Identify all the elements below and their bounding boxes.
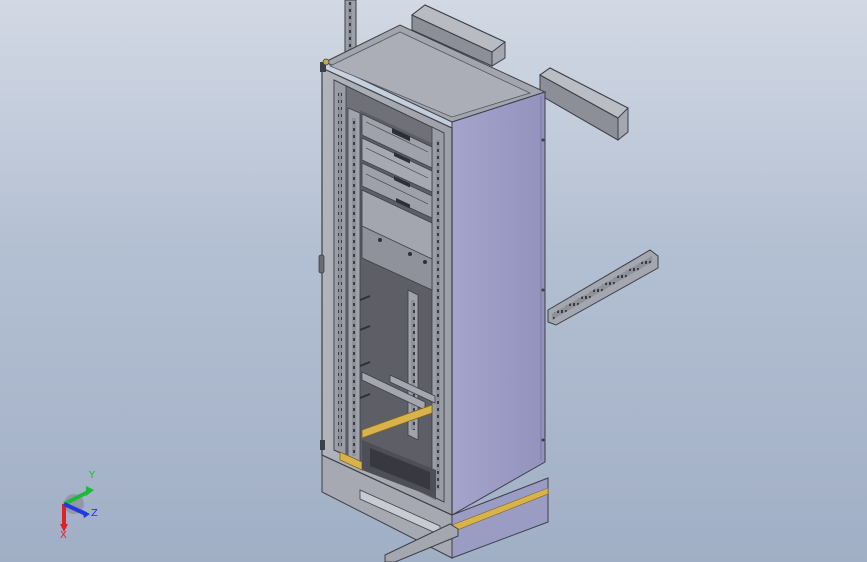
front-rail-right bbox=[431, 126, 445, 503]
cabinet-side-panel bbox=[451, 91, 546, 516]
graphics-viewport[interactable]: Y Z X bbox=[0, 0, 867, 562]
inner-rail-left bbox=[347, 107, 361, 463]
x-axis-label: X bbox=[60, 530, 67, 540]
z-axis-arrow bbox=[82, 510, 90, 518]
door-hinge-bottom bbox=[320, 440, 325, 450]
din-rail-right bbox=[547, 249, 659, 326]
coordinate-triad[interactable]: Y Z X bbox=[52, 466, 108, 540]
y-axis-arrow bbox=[86, 486, 94, 496]
door-lock bbox=[318, 254, 325, 274]
z-axis-label: Z bbox=[91, 508, 98, 519]
front-rail-left bbox=[333, 79, 347, 456]
cabinet-model[interactable] bbox=[0, 0, 867, 562]
y-axis-label: Y bbox=[88, 470, 96, 481]
mounting-bracket-right bbox=[539, 67, 629, 141]
